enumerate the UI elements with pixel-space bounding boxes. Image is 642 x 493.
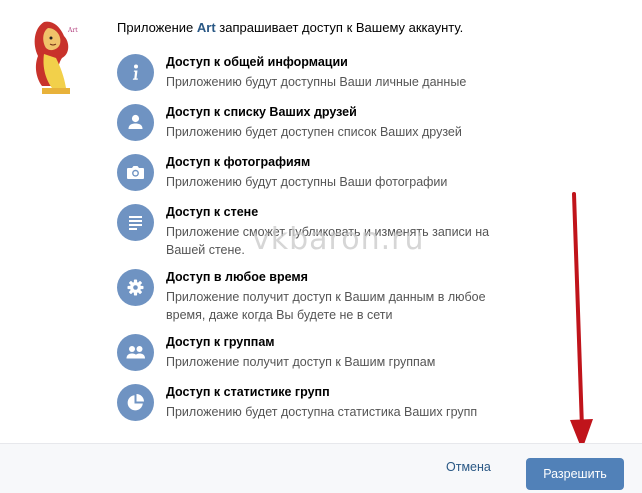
- permission-item-photos: Доступ к фотографиям Приложению будут до…: [117, 154, 507, 198]
- dialog-footer: Отмена Разрешить: [0, 443, 642, 493]
- permission-description: Приложение получит доступ к Вашим данным…: [166, 290, 486, 322]
- permission-title: Доступ в любое время: [166, 270, 308, 284]
- permission-description: Приложение получит доступ к Вашим группа…: [166, 355, 436, 369]
- annotation-arrow-icon: [570, 192, 593, 450]
- svg-text:Art: Art: [67, 27, 78, 34]
- permission-title: Доступ к списку Ваших друзей: [166, 105, 357, 119]
- permission-item-group-stats: Доступ к статистике групп Приложению буд…: [117, 384, 507, 428]
- cancel-button[interactable]: Отмена: [446, 460, 491, 474]
- permission-description: Приложению будет доступна статистика Ваш…: [166, 405, 478, 419]
- person-icon: [117, 104, 154, 141]
- permission-item-general-info: Доступ к общей информации Приложению буд…: [117, 54, 507, 98]
- request-prefix: Приложение: [117, 20, 194, 35]
- app-name-link[interactable]: Art: [197, 20, 216, 35]
- permission-item-groups: Доступ к группам Приложение получит дост…: [117, 334, 507, 378]
- allow-button[interactable]: Разрешить: [526, 458, 624, 490]
- permission-description: Приложению будет доступен список Ваших д…: [166, 125, 462, 139]
- permission-title: Доступ к статистике групп: [166, 385, 330, 399]
- camera-icon: [117, 154, 154, 191]
- pie-chart-icon: [117, 384, 154, 421]
- permission-description: Приложению будут доступны Ваши личные да…: [166, 75, 467, 89]
- permission-description: Приложению будут доступны Ваши фотографи…: [166, 175, 448, 189]
- permission-item-any-time: Доступ в любое время Приложение получит …: [117, 269, 507, 322]
- permission-title: Доступ к стене: [166, 205, 259, 219]
- permission-title: Доступ к фотографиям: [166, 155, 311, 169]
- app-avatar: Art: [30, 14, 88, 94]
- permission-title: Доступ к общей информации: [166, 55, 348, 69]
- permission-item-friends: Доступ к списку Ваших друзей Приложению …: [117, 104, 507, 148]
- request-suffix: запрашивает доступ к Вашему аккаунту.: [219, 20, 464, 35]
- watermark-text: vkbaron.ru: [252, 222, 425, 257]
- gear-icon: [117, 269, 154, 306]
- permission-title: Доступ к группам: [166, 335, 275, 349]
- info-icon: [117, 54, 154, 91]
- access-request-text: Приложение Art запрашивает доступ к Ваше…: [117, 20, 463, 35]
- group-icon: [117, 334, 154, 371]
- wall-lines-icon: [117, 204, 154, 241]
